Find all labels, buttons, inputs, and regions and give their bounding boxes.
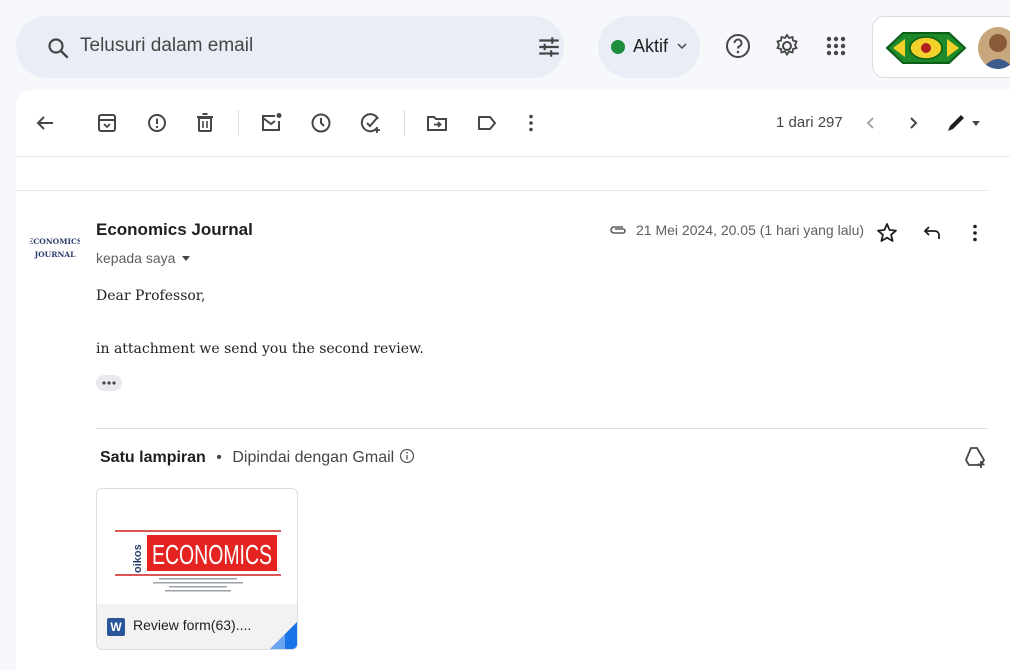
sender-logo-line1: ECONOMICS	[30, 237, 80, 246]
attachment-header: Satu lampiran • Dipindai dengan Gmail	[100, 448, 415, 467]
move-to-folder-icon[interactable]	[424, 110, 450, 136]
star-icon[interactable]	[874, 220, 900, 246]
show-trimmed-content-button[interactable]	[96, 375, 122, 391]
add-task-icon[interactable]	[358, 110, 384, 136]
info-icon[interactable]	[399, 448, 415, 464]
help-icon[interactable]	[724, 32, 752, 60]
avatar[interactable]	[978, 27, 1010, 69]
gear-icon[interactable]	[773, 32, 801, 60]
attachment-divider	[96, 428, 988, 429]
label-icon[interactable]	[474, 110, 500, 136]
tune-icon[interactable]	[536, 34, 562, 60]
arrow-back-icon[interactable]	[32, 110, 58, 136]
chevron-down-icon	[677, 43, 687, 50]
recipient-text: kepada saya	[96, 250, 176, 266]
more-vert-icon[interactable]	[962, 220, 988, 246]
search-bar[interactable]: Telusuri dalam email	[16, 16, 564, 78]
apps-grid-icon[interactable]	[822, 32, 850, 60]
report-spam-icon[interactable]	[144, 110, 170, 136]
attachment-preview: oikos ECONOMICS	[97, 489, 297, 604]
section-divider	[16, 190, 988, 191]
preview-brand-text: ECONOMICS	[152, 539, 272, 570]
preview-side-text: oikos	[132, 544, 144, 573]
word-file-icon: W	[107, 618, 125, 636]
top-bar: Telusuri dalam email Aktif	[0, 0, 1010, 90]
sender-name[interactable]: Economics Journal	[96, 220, 253, 240]
mark-unread-icon[interactable]	[258, 110, 284, 136]
more-vert-icon[interactable]	[518, 110, 544, 136]
add-to-drive-icon[interactable]	[962, 444, 988, 470]
email-greeting: Dear Professor,	[96, 288, 206, 304]
chevron-down-icon[interactable]	[181, 253, 191, 263]
organization-logo	[885, 32, 967, 64]
account-area[interactable]	[872, 16, 1010, 78]
toolbar-divider	[16, 156, 1010, 157]
status-label: Aktif	[633, 36, 669, 56]
paperclip-icon	[610, 226, 626, 234]
reply-icon[interactable]	[919, 220, 945, 246]
sender-logo-line2: JOURNAL	[34, 250, 77, 259]
trash-icon[interactable]	[192, 110, 218, 136]
search-icon[interactable]	[46, 36, 70, 60]
sender-logo: ECONOMICS JOURNAL	[30, 237, 80, 259]
attachment-card[interactable]: oikos ECONOMICS W Review form(63)....	[96, 488, 298, 650]
chevron-right-icon[interactable]	[900, 110, 926, 136]
email-message: in attachment we send you the second rev…	[96, 341, 424, 357]
attachment-title: Satu lampiran	[100, 449, 206, 466]
archive-icon[interactable]	[94, 110, 120, 136]
input-tools-icon[interactable]	[944, 110, 982, 136]
toolbar-separator	[404, 110, 405, 136]
attachment-footer[interactable]: W Review form(63)....	[97, 604, 297, 649]
scan-text: Dipindai dengan Gmail	[232, 449, 395, 466]
status-button[interactable]: Aktif	[598, 16, 700, 78]
chevron-left-icon[interactable]	[858, 110, 884, 136]
toolbar-separator	[238, 110, 239, 136]
snooze-clock-icon[interactable]	[308, 110, 334, 136]
more-horiz-icon	[102, 381, 116, 385]
file-corner-fold	[270, 622, 297, 649]
search-input[interactable]: Telusuri dalam email	[80, 35, 253, 57]
bullet-separator: •	[216, 449, 222, 466]
email-panel: 1 dari 297 ECONOMICS JOURNAL Economics J…	[16, 90, 1010, 670]
attachment-file-name[interactable]: Review form(63)....	[133, 617, 251, 633]
pagination-count: 1 dari 297	[776, 114, 843, 131]
email-toolbar: 1 dari 297	[16, 90, 1010, 156]
status-dot	[611, 40, 625, 54]
email-date: 21 Mei 2024, 20.05 (1 hari yang lalu)	[636, 222, 865, 238]
recipient-line[interactable]: kepada saya	[96, 250, 191, 266]
